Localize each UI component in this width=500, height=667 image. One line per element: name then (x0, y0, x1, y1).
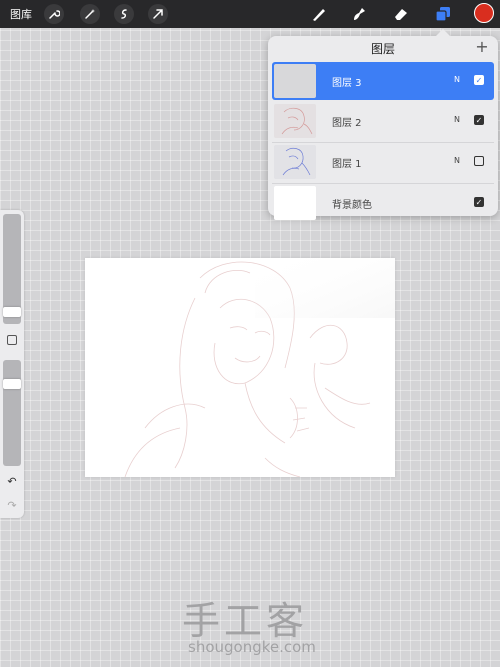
color-swatch[interactable] (474, 3, 494, 23)
opacity-handle[interactable] (3, 379, 21, 390)
panel-pointer (436, 29, 450, 36)
gallery-link[interactable]: 图库 (10, 6, 32, 22)
blend-mode-label[interactable]: N (454, 75, 460, 84)
smudge-icon[interactable] (348, 3, 370, 25)
sketch-drawing (124, 258, 395, 477)
opacity-slider[interactable] (3, 360, 21, 466)
layers-icon[interactable] (432, 3, 454, 25)
visibility-checkbox[interactable]: ✓ (474, 75, 484, 85)
drawing-canvas[interactable] (85, 258, 395, 477)
layer-row-3[interactable]: 图层 3 N ✓ (272, 62, 494, 100)
layer-row-1[interactable]: 图层 1 N (272, 143, 494, 181)
eraser-icon[interactable] (390, 3, 412, 25)
layer-name: 图层 1 (332, 159, 362, 170)
layer-name: 图层 2 (332, 118, 362, 129)
brush-icon[interactable] (308, 3, 330, 25)
wrench-icon[interactable] (44, 4, 64, 24)
visibility-checkbox[interactable]: ✓ (474, 197, 484, 207)
layer-thumbnail (274, 64, 316, 98)
layer-thumbnail (274, 104, 316, 138)
undo-icon[interactable]: ↶ (6, 476, 18, 488)
layers-panel-title: 图层 (370, 42, 395, 56)
layer-name: 背景颜色 (332, 200, 372, 211)
watermark-url: shougongke.com (188, 638, 316, 656)
layers-panel: 图层 + 图层 3 N ✓ 图层 2 N ✓ 图层 1 N 背景颜色 ✓ (268, 29, 498, 220)
layer-thumbnail (274, 186, 316, 220)
left-sidebar: ↶ ↷ (0, 210, 24, 518)
blend-mode-label[interactable]: N (454, 115, 460, 124)
visibility-checkbox[interactable] (474, 156, 484, 166)
selection-icon[interactable] (114, 4, 134, 24)
visibility-checkbox[interactable]: ✓ (474, 115, 484, 125)
brush-size-handle[interactable] (3, 307, 21, 317)
layer-row-2[interactable]: 图层 2 N ✓ (272, 102, 494, 140)
redo-icon[interactable]: ↷ (6, 500, 18, 512)
magic-wand-icon[interactable] (80, 4, 100, 24)
blend-mode-label[interactable]: N (454, 156, 460, 165)
background-color-row[interactable]: 背景颜色 ✓ (272, 184, 494, 222)
transform-arrow-icon[interactable] (148, 4, 168, 24)
top-toolbar: 图库 (0, 0, 500, 28)
layer-name: 图层 3 (332, 78, 362, 89)
modify-button[interactable] (7, 335, 17, 345)
add-layer-button[interactable]: + (474, 38, 490, 56)
layer-thumbnail (274, 145, 316, 179)
watermark-logo: 手工客 (182, 599, 309, 643)
